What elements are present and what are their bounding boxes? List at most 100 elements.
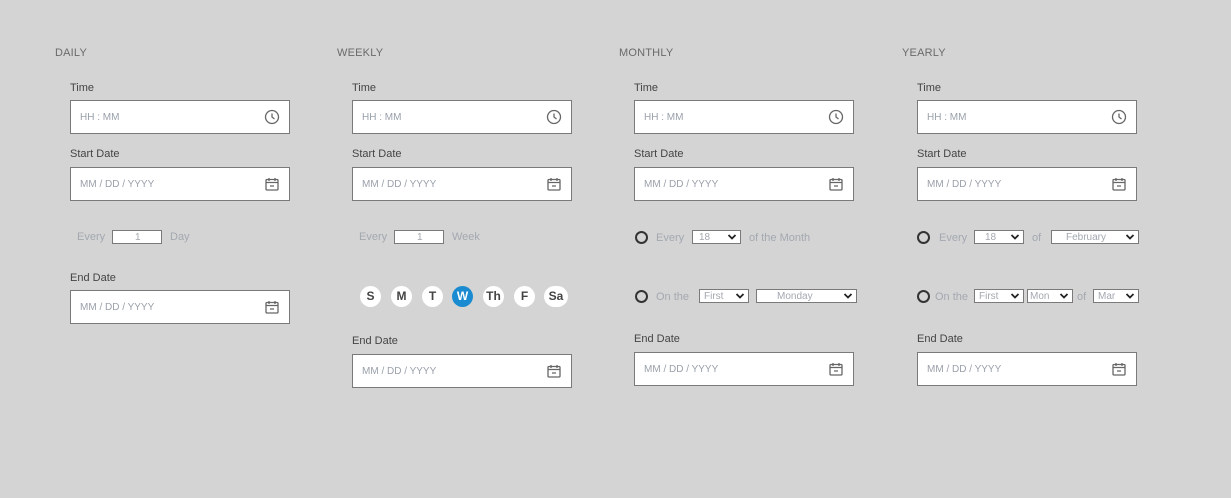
date-placeholder: MM / DD / YYYY [80,302,155,313]
monthly-end-date-input[interactable]: MM / DD / YYYY [634,352,854,386]
chevron-down-icon [1059,293,1069,299]
chevron-down-icon [1125,293,1135,299]
daily-time-input[interactable]: HH : MM [70,100,290,134]
monthly-title: MONTHLY [619,47,674,59]
yearly-title: YEARLY [902,47,946,59]
weekly-time-input[interactable]: HH : MM [352,100,572,134]
yearly-on-the-label: On the [935,291,969,303]
weekly-start-date-input[interactable]: MM / DD / YYYY [352,167,572,201]
calendar-icon[interactable] [546,176,562,192]
daily-end-date-label: End Date [70,272,116,284]
date-placeholder: MM / DD / YYYY [362,366,437,377]
day-toggle-wednesday[interactable]: W [452,286,473,307]
chevron-down-icon [1010,293,1020,299]
monthly-time-label: Time [634,82,659,94]
weekly-unit-label: Week [452,231,480,243]
date-placeholder: MM / DD / YYYY [644,179,719,190]
daily-every-label: Every [77,231,106,243]
monthly-on-the-label: On the [656,291,690,303]
date-placeholder: MM / DD / YYYY [362,179,437,190]
yearly-on-the-radio[interactable] [917,290,930,303]
yearly-of2-label: of [1077,291,1087,303]
yearly-weekday-value: Mon [1030,291,1050,302]
day-toggle-sunday[interactable]: S [360,286,381,307]
time-placeholder: HH : MM [80,112,120,123]
daily-every-input[interactable]: 1 [112,230,162,244]
time-placeholder: HH : MM [644,112,684,123]
yearly-every-radio[interactable] [917,231,930,244]
monthly-weekday-select[interactable]: Monday [756,289,857,303]
chevron-down-icon [1010,234,1020,240]
daily-column: DAILY Time HH : MM Start Date MM / DD / … [0,0,290,498]
yearly-every-label: Every [939,232,968,244]
yearly-ordinal-select[interactable]: First [974,289,1024,303]
calendar-icon[interactable] [1111,361,1127,377]
calendar-icon[interactable] [264,299,280,315]
weekly-every-value: 1 [417,232,423,243]
day-toggle-friday[interactable]: F [514,286,535,307]
weekly-end-date-label: End Date [352,335,398,347]
yearly-start-date-input[interactable]: MM / DD / YYYY [917,167,1137,201]
chevron-down-icon [1125,234,1135,240]
clock-icon[interactable] [264,109,280,125]
time-placeholder: HH : MM [362,112,402,123]
clock-icon[interactable] [1111,109,1127,125]
yearly-day-select[interactable]: 18 [974,230,1024,244]
yearly-month-select[interactable]: February [1051,230,1139,244]
yearly-month-value: February [1066,232,1107,243]
daily-start-date-input[interactable]: MM / DD / YYYY [70,167,290,201]
monthly-end-date-label: End Date [634,333,680,345]
weekly-start-date-label: Start Date [352,148,402,160]
date-placeholder: MM / DD / YYYY [927,364,1002,375]
weekly-every-label: Every [359,231,388,243]
yearly-end-date-input[interactable]: MM / DD / YYYY [917,352,1137,386]
yearly-of-label: of [1032,232,1042,244]
chevron-down-icon [727,234,737,240]
yearly-day-value: 18 [985,232,997,243]
yearly-month2-select[interactable]: Mar [1093,289,1139,303]
calendar-icon[interactable] [828,176,844,192]
day-toggle-tuesday[interactable]: T [422,286,443,307]
monthly-ordinal-select[interactable]: First [699,289,749,303]
daily-every-value: 1 [135,232,141,243]
calendar-icon[interactable] [828,361,844,377]
daily-unit-label: Day [170,231,190,243]
yearly-month2-value: Mar [1098,291,1116,302]
day-toggle-thursday[interactable]: Th [483,286,504,307]
calendar-icon[interactable] [546,363,562,379]
monthly-of-the-month-label: of the Month [749,232,811,244]
monthly-start-date-label: Start Date [634,148,684,160]
monthly-day-select[interactable]: 18 [692,230,741,244]
daily-time-label: Time [70,82,95,94]
yearly-time-label: Time [917,82,942,94]
clock-icon[interactable] [546,109,562,125]
weekly-column: WEEKLY Time HH : MM Start Date MM / DD /… [282,0,572,498]
daily-title: DAILY [55,47,87,59]
monthly-time-input[interactable]: HH : MM [634,100,854,134]
yearly-ordinal-value: First [979,291,999,302]
yearly-time-input[interactable]: HH : MM [917,100,1137,134]
weekly-every-input[interactable]: 1 [394,230,444,244]
weekly-end-date-input[interactable]: MM / DD / YYYY [352,354,572,388]
monthly-weekday-value: Monday [777,291,813,302]
daily-end-date-input[interactable]: MM / DD / YYYY [70,290,290,324]
date-placeholder: MM / DD / YYYY [644,364,719,375]
date-placeholder: MM / DD / YYYY [927,179,1002,190]
monthly-day-value: 18 [699,232,711,243]
monthly-on-the-radio[interactable] [635,290,648,303]
chevron-down-icon [735,293,745,299]
yearly-weekday-select[interactable]: Mon [1027,289,1073,303]
calendar-icon[interactable] [1111,176,1127,192]
yearly-start-date-label: Start Date [917,148,967,160]
clock-icon[interactable] [828,109,844,125]
yearly-column: YEARLY Time HH : MM Start Date MM / DD /… [847,0,1139,498]
monthly-column: MONTHLY Time HH : MM Start Date MM / DD … [564,0,857,498]
daily-start-date-label: Start Date [70,148,120,160]
monthly-every-label: Every [656,232,685,244]
day-toggle-monday[interactable]: M [391,286,412,307]
weekly-title: WEEKLY [337,47,384,59]
monthly-every-radio[interactable] [635,231,648,244]
monthly-start-date-input[interactable]: MM / DD / YYYY [634,167,854,201]
time-placeholder: HH : MM [927,112,967,123]
calendar-icon[interactable] [264,176,280,192]
